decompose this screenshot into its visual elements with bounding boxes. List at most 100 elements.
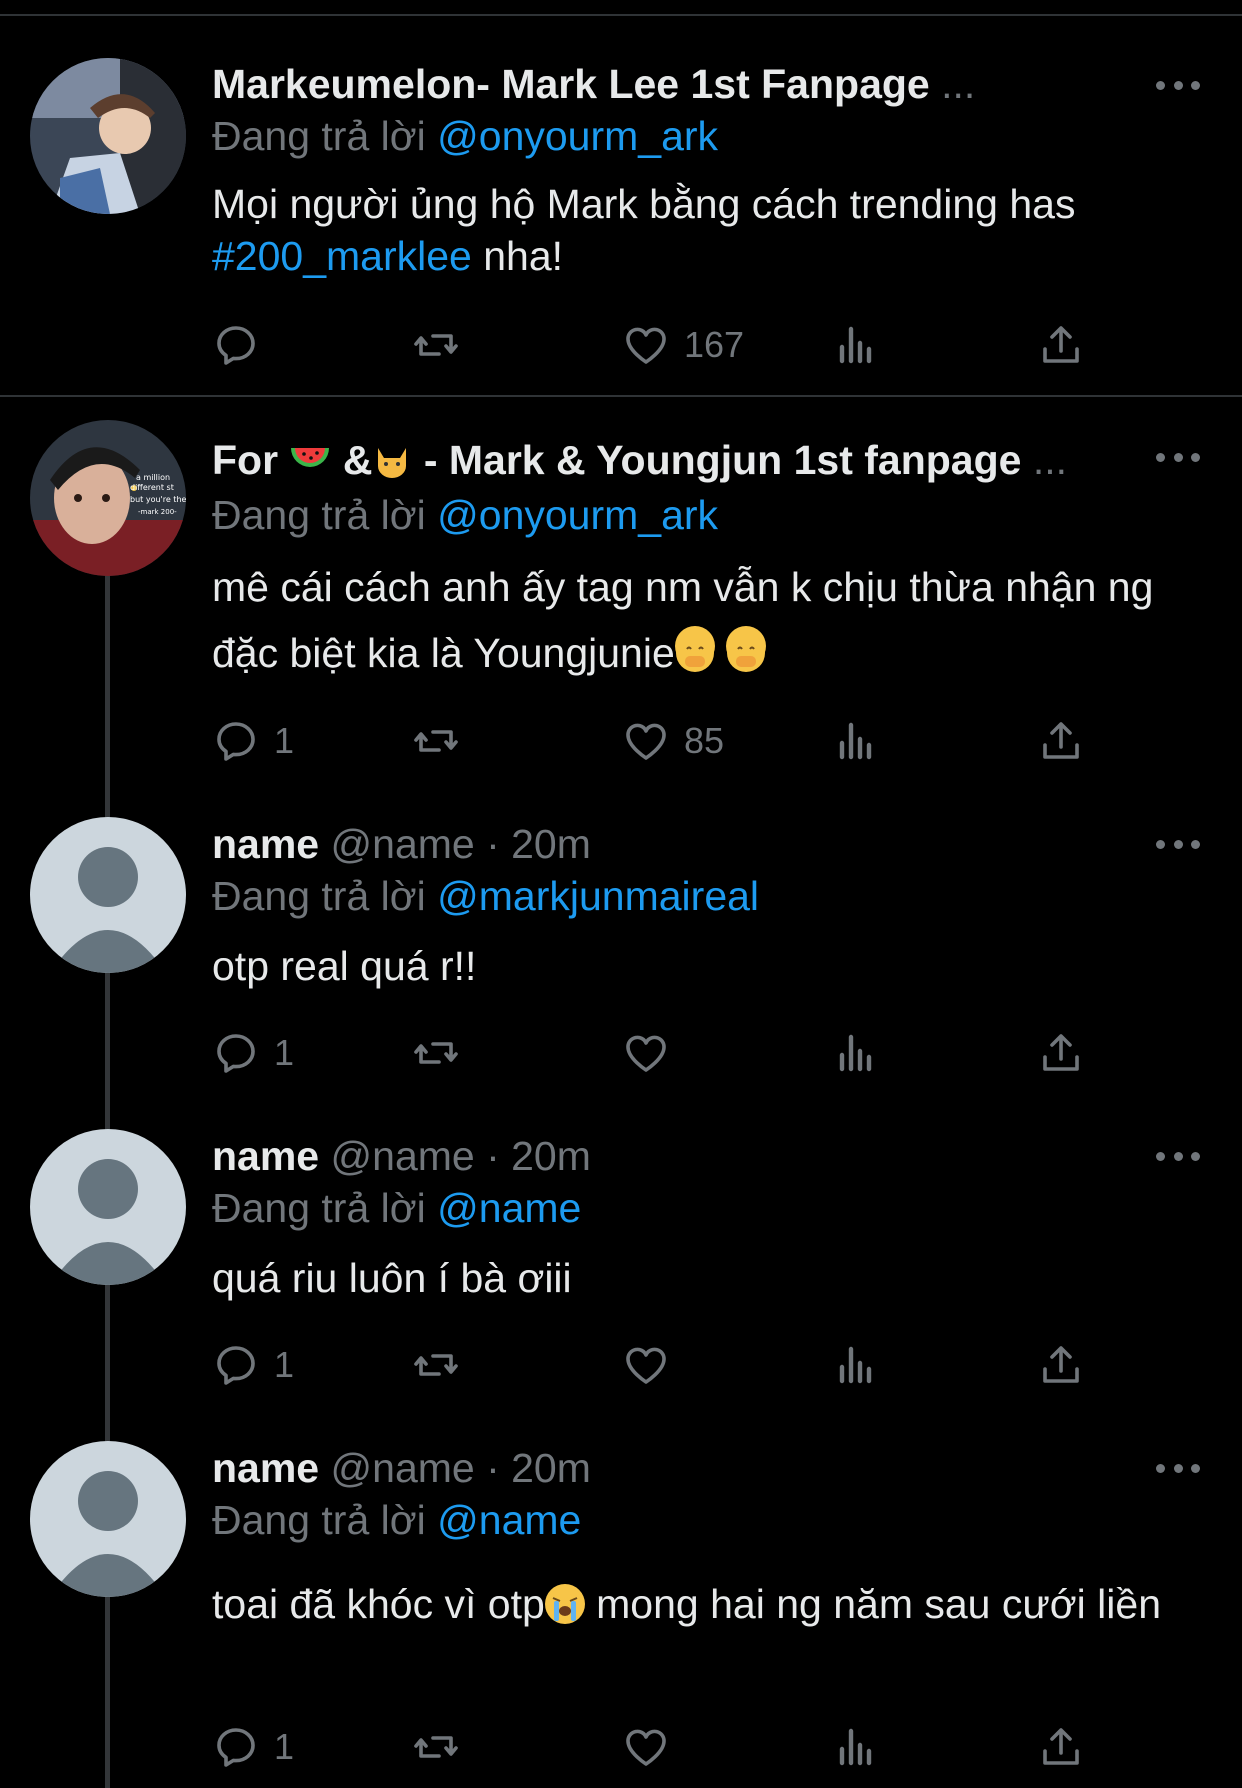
reply-icon: [217, 1034, 255, 1073]
views-button[interactable]: [832, 1028, 880, 1078]
retweet-button[interactable]: [412, 1028, 460, 1078]
tweet-divider: [0, 395, 1242, 397]
author-name-mid[interactable]: &: [331, 437, 373, 483]
like-icon: [626, 723, 666, 760]
reply-context: Đang trả lời @name: [212, 1184, 581, 1232]
author-name[interactable]: name: [212, 821, 319, 867]
reply-mention[interactable]: @onyourm_ark: [437, 492, 718, 538]
share-icon: [1043, 1728, 1079, 1765]
author-name-suffix[interactable]: - Mark & Youngjun 1st fanpage: [412, 437, 1022, 483]
reply-mention[interactable]: @markjunmaireal: [437, 873, 759, 919]
reply-label: Đang trả lời: [212, 492, 426, 538]
reply-count: 1: [274, 1344, 295, 1385]
share-button[interactable]: [1037, 1340, 1085, 1390]
reply-mention[interactable]: @onyourm_ark: [437, 113, 718, 159]
views-button[interactable]: [832, 1722, 880, 1772]
tweet-actions: 1: [212, 1340, 1092, 1390]
like-button[interactable]: [622, 1340, 670, 1390]
reply-count: 1: [274, 1726, 295, 1767]
reply-icon: [217, 1728, 255, 1767]
reply-count: 1: [274, 1032, 295, 1073]
reply-button[interactable]: 1: [212, 716, 294, 766]
views-button[interactable]: [832, 320, 880, 370]
reply-context: Đang trả lời @markjunmaireal: [212, 872, 759, 920]
reply-context: Đang trả lời @name: [212, 1496, 581, 1544]
retweet-icon: [414, 1042, 458, 1064]
reply-button[interactable]: 1: [212, 1340, 294, 1390]
avatar[interactable]: a million different st but you're the -m…: [30, 420, 186, 576]
share-button[interactable]: [1037, 716, 1085, 766]
reply-label: Đang trả lời: [212, 1497, 426, 1543]
reply-context: Đang trả lời @onyourm_ark: [212, 112, 718, 160]
reply-button[interactable]: 1: [212, 1722, 294, 1772]
retweet-icon: [414, 334, 458, 356]
views-icon: [839, 1728, 872, 1766]
top-divider: [0, 14, 1242, 16]
like-icon: [626, 327, 666, 364]
retweet-button[interactable]: [412, 716, 460, 766]
views-button[interactable]: [832, 1340, 880, 1390]
author-name[interactable]: Markeumelon- Mark Lee 1st Fanpage: [212, 61, 930, 107]
more-icon[interactable]: [1156, 1458, 1200, 1478]
author-name-prefix[interactable]: For: [212, 437, 289, 483]
name-ellipsis: ...: [1032, 437, 1068, 483]
more-icon[interactable]: [1156, 1146, 1200, 1166]
avatar[interactable]: [30, 58, 186, 214]
reply-mention[interactable]: @name: [437, 1497, 581, 1543]
avatar[interactable]: [30, 817, 186, 973]
like-icon: [626, 1347, 666, 1384]
reply-button[interactable]: [212, 320, 260, 370]
avatar[interactable]: [30, 1129, 186, 1285]
like-icon: [626, 1729, 666, 1766]
views-icon: [839, 1346, 872, 1384]
share-button[interactable]: [1037, 320, 1085, 370]
author-handle: @name · 20m: [330, 1445, 591, 1491]
more-icon[interactable]: [1156, 75, 1200, 95]
share-button[interactable]: [1037, 1028, 1085, 1078]
views-icon: [839, 722, 872, 760]
tweet-text-end: mong hai ng năm sau cưới liền: [584, 1581, 1162, 1627]
default-avatar-icon: [50, 1159, 166, 1285]
like-button[interactable]: 167: [622, 320, 744, 370]
retweet-icon: [414, 1354, 458, 1376]
hashtag-link[interactable]: #200_marklee: [212, 233, 472, 279]
author-line: name @name · 20m: [212, 1444, 1122, 1492]
more-icon[interactable]: [1156, 834, 1200, 854]
like-button[interactable]: [622, 1028, 670, 1078]
tweet-text: mê cái cách anh ấy tag nm vẫn k chịu thừ…: [212, 554, 1172, 686]
retweet-icon: [414, 730, 458, 752]
reply-mention[interactable]: @name: [437, 1185, 581, 1231]
reply-label: Đang trả lời: [212, 113, 426, 159]
share-icon: [1043, 1346, 1079, 1383]
reply-label: Đang trả lời: [212, 873, 426, 919]
author-line: For & - Mark & Youngjun 1st fanpage ...: [212, 436, 1122, 484]
retweet-button[interactable]: [412, 1722, 460, 1772]
author-line: name @name · 20m: [212, 1132, 1122, 1180]
retweet-button[interactable]: [412, 1340, 460, 1390]
views-button[interactable]: [832, 716, 880, 766]
tweet-text: toai đã khóc vì otp mong hai ng năm sau …: [212, 1578, 1172, 1630]
more-icon[interactable]: [1156, 447, 1200, 467]
reply-button[interactable]: 1: [212, 1028, 294, 1078]
tweet-actions: 1: [212, 1722, 1092, 1772]
like-button[interactable]: [622, 1722, 670, 1772]
face-with-hand-over-mouth-icon: [726, 626, 767, 672]
reply-icon: [217, 1346, 255, 1385]
share-button[interactable]: [1037, 1722, 1085, 1772]
avatar[interactable]: [30, 1441, 186, 1597]
author-name[interactable]: name: [212, 1133, 319, 1179]
like-button[interactable]: 85: [622, 716, 724, 766]
reply-count: 1: [274, 720, 295, 761]
author-name[interactable]: name: [212, 1445, 319, 1491]
default-avatar-icon: [50, 847, 166, 973]
reply-label: Đang trả lời: [212, 1185, 426, 1231]
tweet-text: Mọi người ủng hộ Mark bằng cách trending…: [212, 178, 1172, 282]
cat-icon: [378, 448, 407, 478]
name-ellipsis: ...: [941, 61, 976, 107]
retweet-button[interactable]: [412, 320, 460, 370]
svg-text:a million: a million: [136, 473, 170, 482]
svg-text:-mark 200-: -mark 200-: [138, 508, 177, 516]
loudly-crying-face-icon: [544, 1584, 585, 1624]
share-icon: [1043, 1034, 1079, 1071]
views-icon: [839, 1034, 872, 1072]
